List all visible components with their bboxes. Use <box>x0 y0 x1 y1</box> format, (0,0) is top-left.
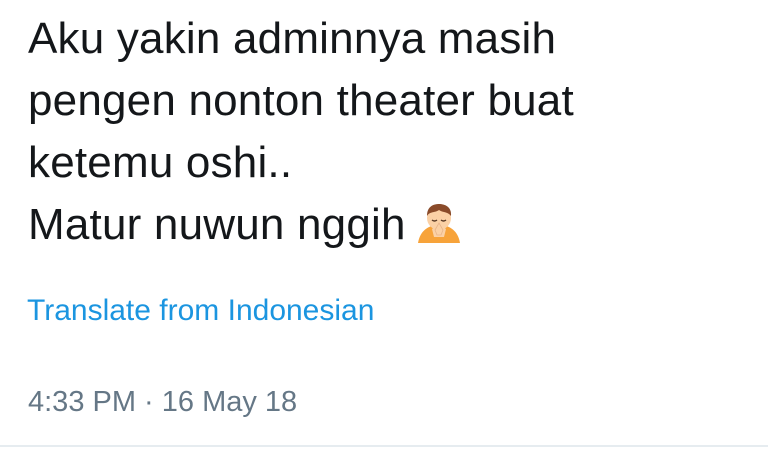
tweet-text-line-1: Aku yakin adminnya masih <box>28 14 557 63</box>
tweet-text-line-2: pengen nonton theater buat <box>28 76 574 125</box>
tweet-timestamp[interactable]: 4:33 PM · 16 May 18 <box>28 384 297 420</box>
translate-link[interactable]: Translate from Indonesian <box>27 293 374 329</box>
tweet-text-line-4: Matur nuwun nggih <box>28 194 748 256</box>
tweet-text: Aku yakin adminnya masih pengen nonton t… <box>28 8 748 256</box>
tweet-text-line-4-label: Matur nuwun nggih <box>28 200 406 249</box>
tweet-detail: Aku yakin adminnya masih pengen nonton t… <box>0 0 768 450</box>
divider <box>0 445 768 447</box>
tweet-text-line-3: ketemu oshi.. <box>28 138 293 187</box>
person-bowing-emoji-icon <box>414 200 464 244</box>
